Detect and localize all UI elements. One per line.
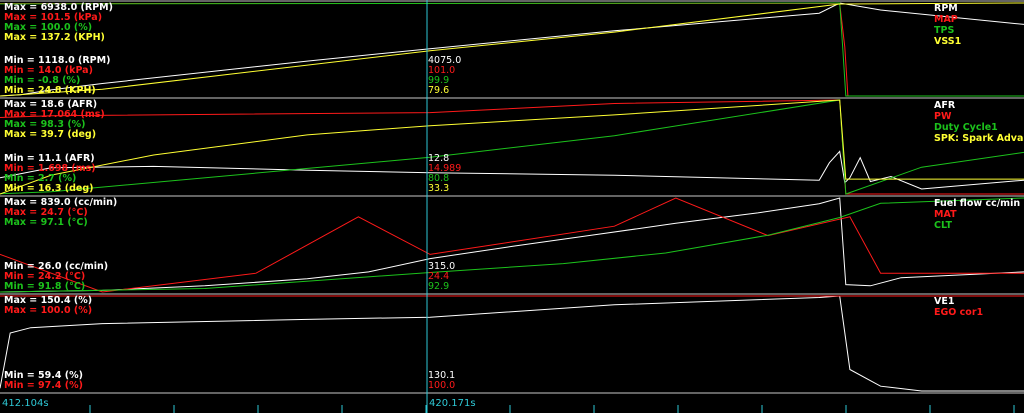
datalog-viewer[interactable]	[0, 0, 1024, 413]
